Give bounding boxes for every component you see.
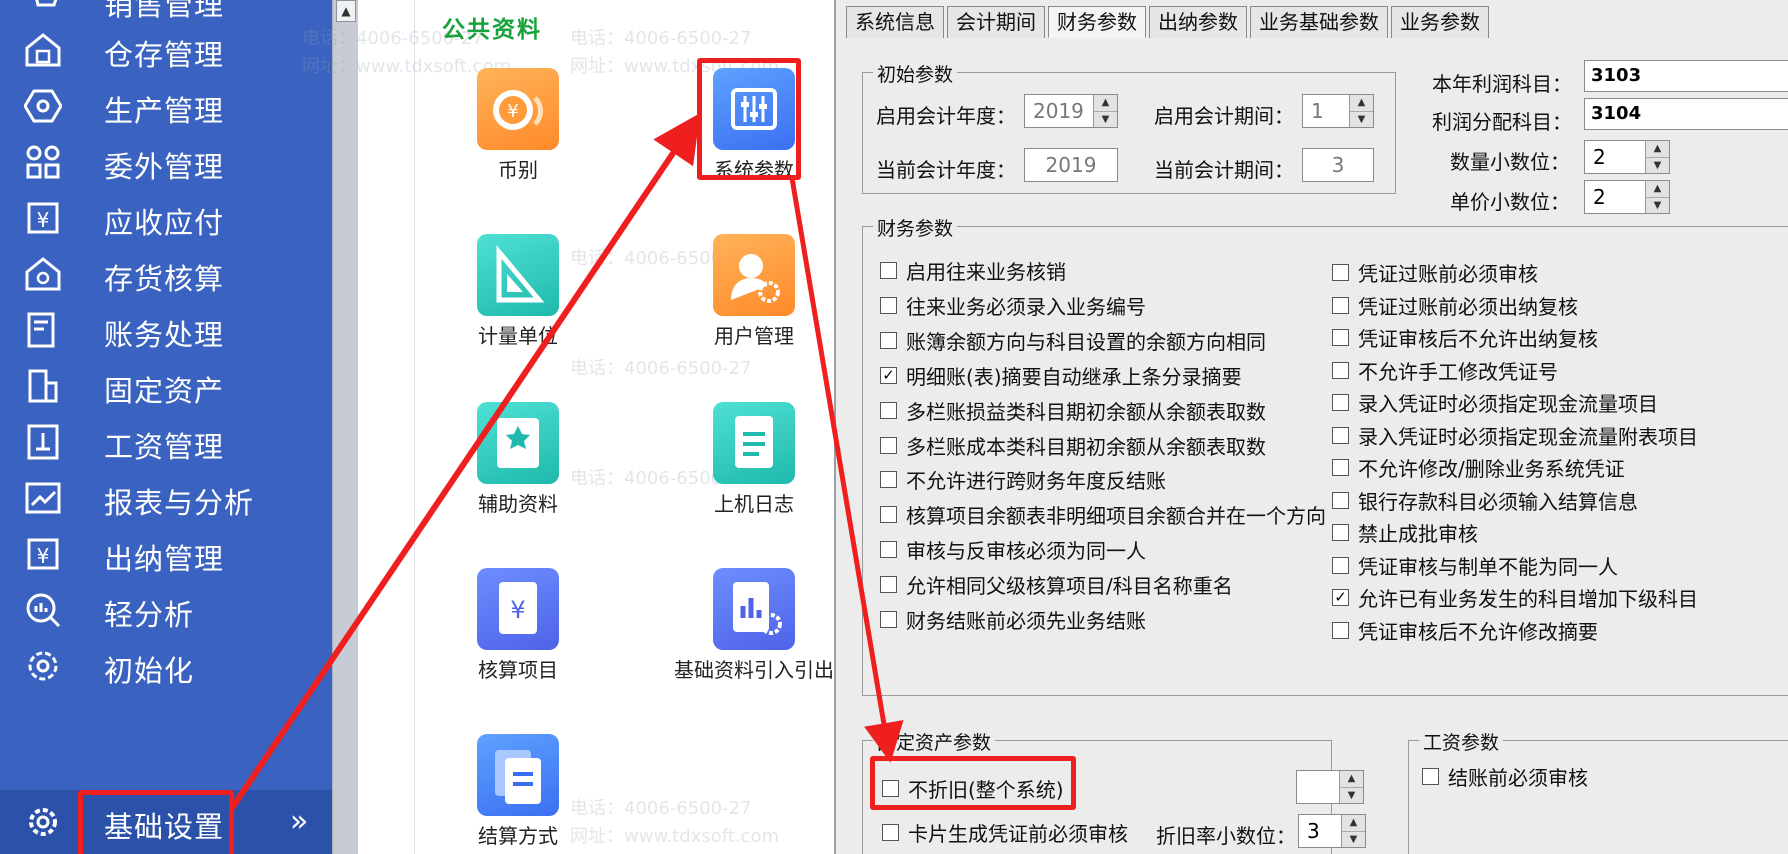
arrow-to-system-params	[229, 113, 701, 810]
arrow-to-fixed-option	[789, 177, 904, 763]
arrows-overlay	[229, 113, 904, 810]
screen: 销售管理 仓存管理 生产管理 委外管理 ¥ 应收应付 存货核算 账务处理 固定资…	[0, 0, 1788, 854]
